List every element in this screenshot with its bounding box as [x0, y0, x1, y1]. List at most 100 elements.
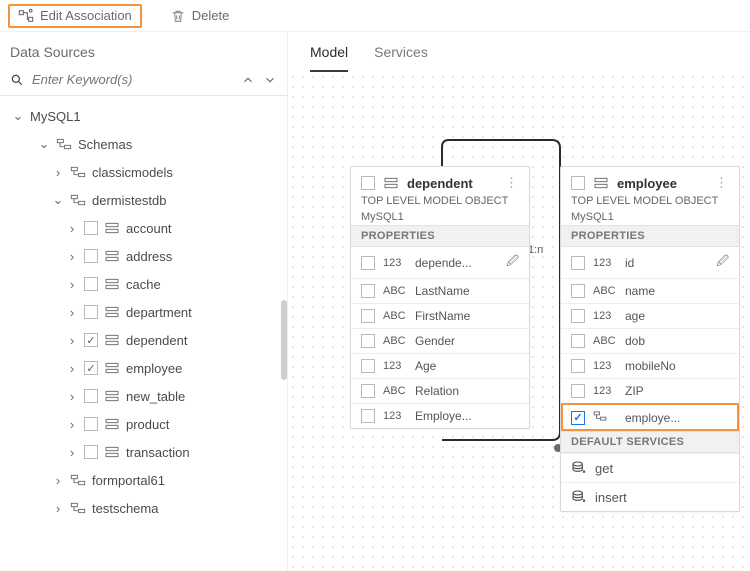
- trash-icon: [170, 8, 186, 24]
- checkbox[interactable]: [571, 334, 585, 348]
- tree-node-dermistestdb[interactable]: ⌄ dermistestdb: [8, 186, 287, 214]
- caret-right-icon[interactable]: ›: [66, 305, 78, 320]
- checkbox[interactable]: [361, 334, 375, 348]
- tree-node-mysql1[interactable]: ⌄ MySQL1: [8, 102, 287, 130]
- table-icon: [104, 276, 120, 292]
- checkbox[interactable]: [84, 221, 98, 235]
- scrollbar[interactable]: [281, 300, 287, 380]
- checkbox[interactable]: [571, 309, 585, 323]
- card-checkbox[interactable]: [361, 176, 375, 190]
- checkbox-checked[interactable]: [84, 361, 98, 375]
- tree-node-testschema[interactable]: › testschema: [8, 494, 287, 522]
- tab-model[interactable]: Model: [310, 44, 348, 72]
- search-input[interactable]: [32, 72, 233, 87]
- property-name: LastName: [415, 284, 519, 298]
- caret-right-icon[interactable]: ›: [66, 389, 78, 404]
- checkbox-checked[interactable]: [84, 333, 98, 347]
- card-subtitle: TOP LEVEL MODEL OBJECT: [561, 193, 739, 209]
- caret-right-icon[interactable]: ›: [66, 277, 78, 292]
- tree-node-new-table[interactable]: ›new_table: [8, 382, 287, 410]
- property-row[interactable]: 123mobileNo: [561, 353, 739, 378]
- property-row[interactable]: 123Age: [351, 353, 529, 378]
- caret-right-icon[interactable]: ›: [66, 333, 78, 348]
- tree-node-cache[interactable]: ›cache: [8, 270, 287, 298]
- service-row[interactable]: insert: [561, 482, 739, 511]
- model-canvas[interactable]: 1:n dependent ⋮ TOP LEVEL MODEL OBJECT M…: [288, 72, 750, 571]
- card-menu-icon[interactable]: ⋮: [505, 175, 519, 191]
- checkbox[interactable]: [84, 305, 98, 319]
- tree-node-schemas[interactable]: ⌄ Schemas: [8, 130, 287, 158]
- checkbox[interactable]: [361, 359, 375, 373]
- caret-right-icon[interactable]: ›: [52, 165, 64, 180]
- type-badge: 123: [383, 360, 407, 372]
- checkbox[interactable]: [84, 445, 98, 459]
- checkbox[interactable]: [361, 409, 375, 423]
- property-name: age: [625, 309, 729, 323]
- tree-node-transaction[interactable]: ›transaction: [8, 438, 287, 466]
- caret-right-icon[interactable]: ›: [66, 417, 78, 432]
- tree-node-product[interactable]: ›product: [8, 410, 287, 438]
- tree-node-department[interactable]: ›department: [8, 298, 287, 326]
- checkbox[interactable]: [361, 256, 375, 270]
- service-row[interactable]: get: [561, 453, 739, 482]
- property-row[interactable]: ABCFirstName: [351, 303, 529, 328]
- model-card-dependent[interactable]: dependent ⋮ TOP LEVEL MODEL OBJECT MySQL…: [350, 166, 530, 429]
- relationship-label: 1:n: [528, 244, 543, 256]
- checkbox[interactable]: [571, 284, 585, 298]
- checkbox[interactable]: [361, 309, 375, 323]
- property-row[interactable]: 123ZIP: [561, 378, 739, 403]
- card-checkbox[interactable]: [571, 176, 585, 190]
- tree-label: dermistestdb: [92, 193, 166, 208]
- tree-node-dependent[interactable]: ›dependent: [8, 326, 287, 354]
- checkbox[interactable]: [84, 389, 98, 403]
- property-row[interactable]: 123id🖉: [561, 247, 739, 278]
- caret-right-icon[interactable]: ›: [66, 445, 78, 460]
- checkbox[interactable]: [84, 277, 98, 291]
- chevron-down-icon[interactable]: [263, 73, 277, 87]
- checkbox[interactable]: [361, 284, 375, 298]
- property-row[interactable]: ABCLastName: [351, 278, 529, 303]
- tab-services[interactable]: Services: [374, 44, 428, 72]
- edit-association-button[interactable]: Edit Association: [8, 4, 142, 28]
- caret-right-icon[interactable]: ›: [66, 221, 78, 236]
- model-card-employee[interactable]: employee ⋮ TOP LEVEL MODEL OBJECT MySQL1…: [560, 166, 740, 512]
- property-row[interactable]: ABCname: [561, 278, 739, 303]
- checkbox-checked[interactable]: [571, 411, 585, 425]
- caret-down-icon[interactable]: ⌄: [52, 192, 64, 208]
- card-menu-icon[interactable]: ⋮: [715, 175, 729, 191]
- caret-right-icon[interactable]: ›: [52, 501, 64, 516]
- table-icon: [104, 360, 120, 376]
- property-row[interactable]: employe...: [561, 403, 739, 431]
- checkbox[interactable]: [571, 384, 585, 398]
- tree-node-address[interactable]: ›address: [8, 242, 287, 270]
- property-row[interactable]: 123depende...🖉: [351, 247, 529, 278]
- caret-down-icon[interactable]: ⌄: [38, 136, 50, 152]
- chevron-up-icon[interactable]: [241, 73, 255, 87]
- caret-right-icon[interactable]: ›: [66, 361, 78, 376]
- caret-down-icon[interactable]: ⌄: [12, 108, 24, 124]
- caret-right-icon[interactable]: ›: [52, 473, 64, 488]
- checkbox[interactable]: [84, 417, 98, 431]
- property-row[interactable]: 123age: [561, 303, 739, 328]
- tree-label: classicmodels: [92, 165, 173, 180]
- table-icon: [104, 220, 120, 236]
- checkbox[interactable]: [571, 256, 585, 270]
- checkbox[interactable]: [361, 384, 375, 398]
- caret-right-icon[interactable]: ›: [66, 249, 78, 264]
- property-row[interactable]: ABCGender: [351, 328, 529, 353]
- tree-node-account[interactable]: ›account: [8, 214, 287, 242]
- tree-node-classicmodels[interactable]: › classicmodels: [8, 158, 287, 186]
- property-row[interactable]: 123Employe...: [351, 403, 529, 428]
- checkbox[interactable]: [571, 359, 585, 373]
- tree-node-formportal61[interactable]: › formportal61: [8, 466, 287, 494]
- property-row[interactable]: ABCdob: [561, 328, 739, 353]
- properties-list-dependent: 123depende...🖉ABCLastNameABCFirstNameABC…: [351, 247, 529, 428]
- checkbox[interactable]: [84, 249, 98, 263]
- property-name: mobileNo: [625, 359, 729, 373]
- property-row[interactable]: ABCRelation: [351, 378, 529, 403]
- search-icon[interactable]: [10, 73, 24, 87]
- delete-button[interactable]: Delete: [162, 6, 238, 26]
- schema-icon: [70, 164, 86, 180]
- tree-node-employee[interactable]: ›employee: [8, 354, 287, 382]
- entity-icon: [593, 175, 609, 191]
